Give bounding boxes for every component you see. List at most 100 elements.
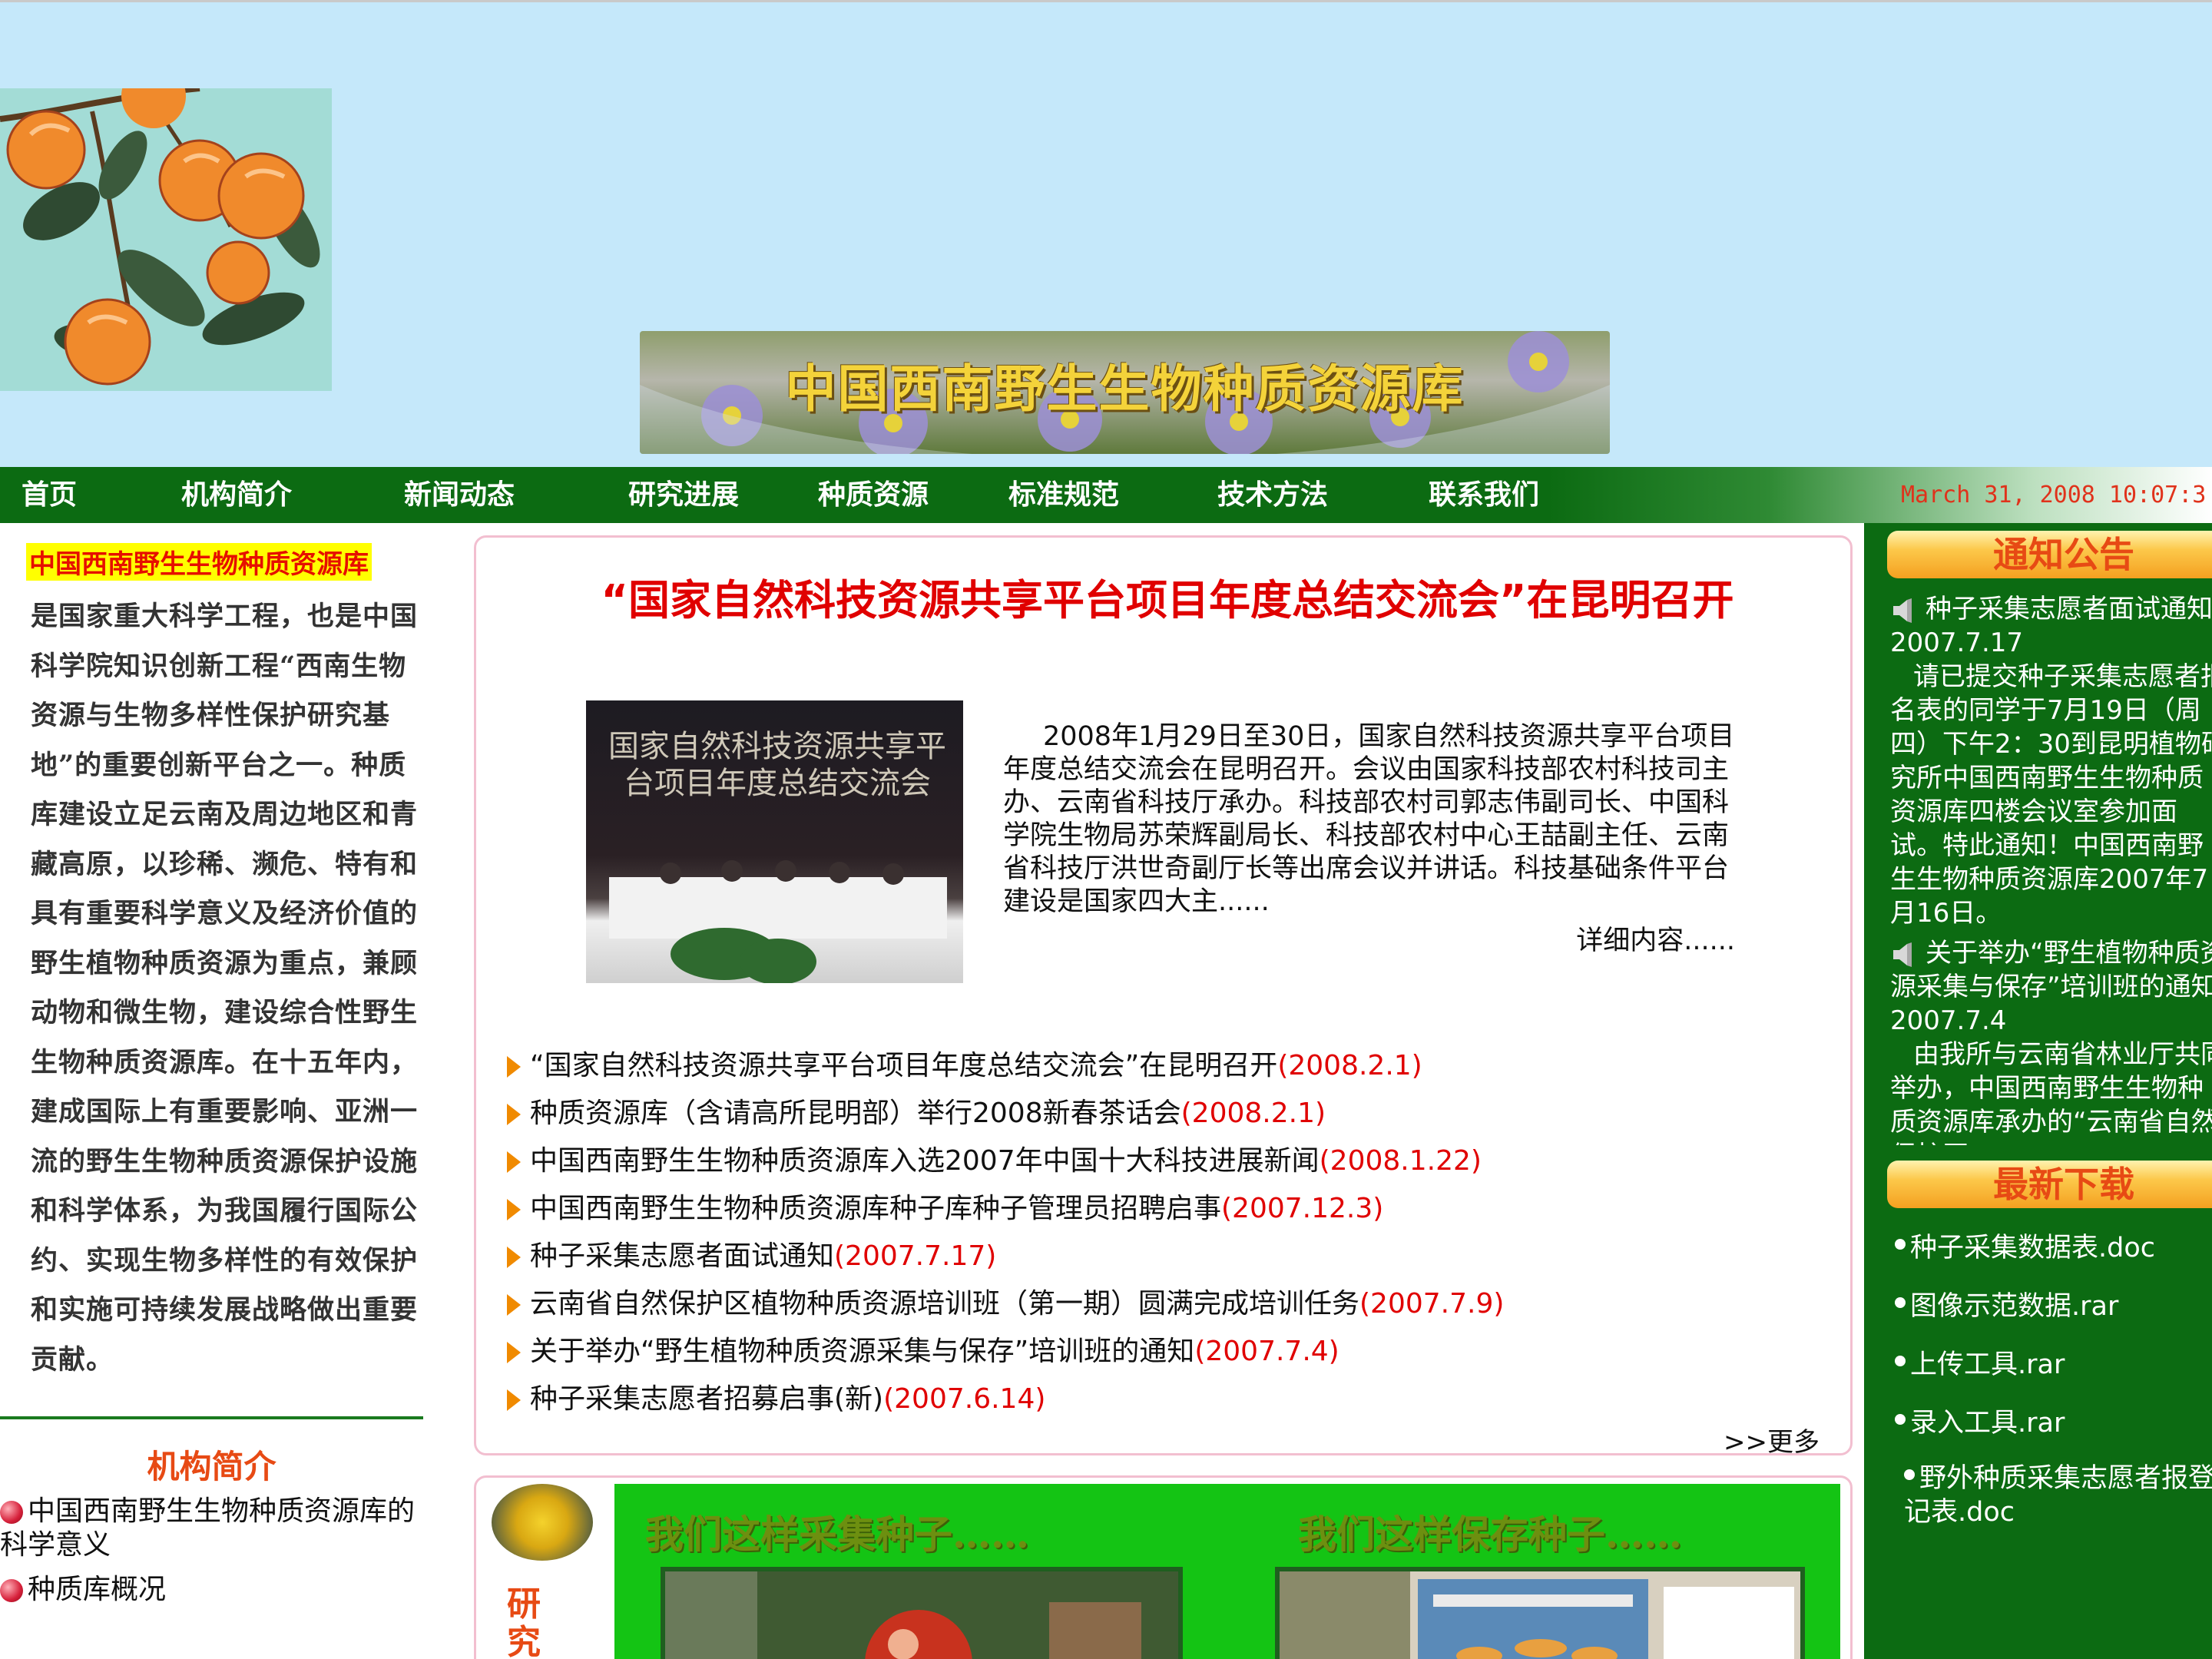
divider bbox=[0, 1416, 423, 1419]
news-item-date: (2007.7.4) bbox=[1194, 1336, 1339, 1367]
news-item-title: 种子采集志愿者招募启事(新) bbox=[530, 1383, 884, 1415]
bullet-dot-icon bbox=[1895, 1356, 1906, 1366]
bullet-dot-icon bbox=[1895, 1297, 1906, 1308]
bullet-ball-icon bbox=[0, 1501, 23, 1524]
nav-methods[interactable]: 技术方法 bbox=[1217, 467, 1328, 523]
bullet-ball-icon bbox=[0, 1579, 23, 1602]
intro-text: 是国家重大科学工程，也是中国科学院知识创新工程“西南生物资源与生物多样性保护研究… bbox=[31, 601, 419, 1376]
news-item-date: (2008.2.1) bbox=[1181, 1098, 1326, 1129]
download-label: 图像示范数据.rar bbox=[1910, 1291, 2119, 1322]
peach-branch-illustration bbox=[0, 88, 332, 391]
collect-seeds-link[interactable]: 我们这样采集种子…… bbox=[645, 1504, 1029, 1559]
main-nav: 首页 机构简介 新闻动态 研究进展 种质资源 标准规范 技术方法 联系我们 Ma… bbox=[0, 467, 2212, 523]
news-headline[interactable]: “国家自然科技资源共享平台项目年度总结交流会”在昆明召开 bbox=[568, 576, 1767, 625]
download-link[interactable]: 图像示范数据.rar bbox=[1895, 1290, 2212, 1323]
research-label: 研究 bbox=[507, 1584, 541, 1659]
collect-seeds-photo[interactable] bbox=[661, 1567, 1183, 1659]
arrow-right-icon bbox=[507, 1056, 521, 1078]
bullet-dot-icon bbox=[1904, 1469, 1915, 1480]
news-item-title: “国家自然科技资源共享平台项目年度总结交流会”在昆明召开 bbox=[530, 1050, 1278, 1081]
arrow-right-icon bbox=[507, 1342, 521, 1363]
news-list-item[interactable]: 关于举办“野生植物种质资源采集与保存”培训班的通知(2007.7.4) bbox=[507, 1329, 1339, 1369]
arrow-right-icon bbox=[507, 1199, 521, 1220]
nav-about[interactable]: 机构简介 bbox=[181, 467, 292, 523]
bullet-dot-icon bbox=[1895, 1414, 1906, 1425]
site-header: 中国西南野生生物种质资源库 bbox=[0, 0, 2212, 467]
notice-item[interactable]: 关于举办“野生植物种质资源采集与保存”培训班的通知 2007.7.4 由我所与云… bbox=[1890, 936, 2212, 1145]
notice-title[interactable]: 关于举办“野生植物种质资源采集与保存”培训班的通知 2007.7.4 bbox=[1890, 936, 2212, 1038]
news-list-item[interactable]: 种子采集志愿者面试通知(2007.7.17) bbox=[507, 1233, 996, 1273]
intro-title: 中国西南野生生物种质资源库 bbox=[26, 543, 372, 581]
download-link[interactable]: 上传工具.rar bbox=[1895, 1348, 2212, 1382]
news-item-date: (2007.7.9) bbox=[1359, 1288, 1505, 1320]
news-more-link[interactable]: >>更多 bbox=[1724, 1421, 1820, 1459]
news-item-date: (2007.7.17) bbox=[834, 1240, 997, 1272]
speaker-icon bbox=[1893, 942, 1912, 967]
news-item-date: (2008.1.22) bbox=[1319, 1145, 1482, 1177]
news-item-title: 关于举办“野生植物种质资源采集与保存”培训班的通知 bbox=[530, 1336, 1195, 1367]
news-list-item[interactable]: 中国西南野生生物种质资源库种子库种子管理员招聘启事(2007.12.3) bbox=[507, 1186, 1383, 1226]
news-list-item[interactable]: 云南省自然保护区植物种质资源培训班（第一期）圆满完成培训任务(2007.7.9) bbox=[507, 1281, 1504, 1321]
research-feature-area: 我们这样采集种子…… 我们这样保存种子…… bbox=[614, 1484, 1840, 1659]
arrow-right-icon bbox=[507, 1247, 521, 1268]
download-link[interactable]: 种子采集数据表.doc bbox=[1895, 1231, 2212, 1265]
notice-title-text: 关于举办“野生植物种质资源采集与保存”培训班的通知 2007.7.4 bbox=[1890, 938, 2212, 1036]
nav-home[interactable]: 首页 bbox=[22, 467, 77, 523]
store-seeds-photo[interactable] bbox=[1275, 1567, 1805, 1659]
flower-image bbox=[492, 1484, 593, 1561]
org-link-label: 种质库概况 bbox=[28, 1574, 167, 1605]
research-panel: 研究 我们这样采集种子…… 我们这样保存种子…… bbox=[474, 1475, 1853, 1659]
nav-standards[interactable]: 标准规范 bbox=[1008, 467, 1119, 523]
notice-title[interactable]: 种子采集志愿者面试通知 2007.7.17 bbox=[1890, 592, 2212, 660]
notice-body: 请已提交种子采集志愿者报名表的同学于7月19日（周四）下午2：30到昆明植物研究… bbox=[1890, 661, 2212, 929]
right-sidebar: 通知公告 种子采集志愿者面试通知 2007.7.17 请已提交种子采集志愿者报名… bbox=[1864, 523, 2212, 1659]
arrow-right-icon bbox=[507, 1151, 521, 1173]
download-link[interactable]: 录入工具.rar bbox=[1895, 1406, 2212, 1440]
download-label: 种子采集数据表.doc bbox=[1910, 1233, 2155, 1263]
download-label: 录入工具.rar bbox=[1910, 1408, 2065, 1439]
arrow-right-icon bbox=[507, 1104, 521, 1125]
download-label: 野外种质采集志愿者报登记表.doc bbox=[1904, 1463, 2212, 1528]
news-item-title: 种子采集志愿者面试通知 bbox=[530, 1240, 835, 1272]
arrow-right-icon bbox=[507, 1389, 521, 1411]
notices-list: 种子采集志愿者面试通知 2007.7.17 请已提交种子采集志愿者报名表的同学于… bbox=[1890, 592, 2212, 1145]
notices-heading: 通知公告 bbox=[1887, 531, 2212, 578]
download-link[interactable]: 野外种质采集志愿者报登记表.doc bbox=[1904, 1462, 2212, 1529]
org-link-label: 中国西南野生生物种质资源库的科学意义 bbox=[0, 1495, 416, 1561]
news-item-title: 种质资源库（含请高所昆明部）举行2008新春茶话会 bbox=[530, 1098, 1181, 1129]
site-title: 中国西南野生生物种质资源库 bbox=[785, 359, 1465, 419]
news-item-title: 中国西南野生生物种质资源库入选2007年中国十大科技进展新闻 bbox=[530, 1145, 1320, 1177]
news-item-title: 中国西南野生生物种质资源库种子库种子管理员招聘启事 bbox=[530, 1193, 1222, 1224]
news-list-item[interactable]: “国家自然科技资源共享平台项目年度总结交流会”在昆明召开(2008.2.1) bbox=[507, 1043, 1422, 1083]
nav-news[interactable]: 新闻动态 bbox=[404, 467, 515, 523]
datetime-display: March 31, 2008 10:07:3 bbox=[1901, 482, 2207, 508]
news-item-title: 云南省自然保护区植物种质资源培训班（第一期）圆满完成培训任务 bbox=[530, 1288, 1360, 1320]
news-list-item[interactable]: 中国西南野生生物种质资源库入选2007年中国十大科技进展新闻(2008.1.22… bbox=[507, 1138, 1482, 1178]
news-item-date: (2007.12.3) bbox=[1221, 1193, 1384, 1224]
nav-contact[interactable]: 联系我们 bbox=[1429, 467, 1539, 523]
speaker-icon bbox=[1893, 598, 1912, 623]
site-banner: 中国西南野生生物种质资源库 bbox=[640, 331, 1610, 454]
news-photo[interactable]: 国家自然科技资源共享平台项目年度总结交流会 bbox=[586, 700, 963, 983]
org-heading: 机构简介 bbox=[147, 1448, 276, 1485]
news-item-date: (2007.6.14) bbox=[883, 1383, 1046, 1415]
news-detail-link[interactable]: 详细内容...... bbox=[1576, 919, 1735, 958]
downloads-heading: 最新下载 bbox=[1887, 1161, 2212, 1208]
news-item-date: (2008.2.1) bbox=[1277, 1050, 1422, 1081]
news-panel: “国家自然科技资源共享平台项目年度总结交流会”在昆明召开 国家自然科技资源共享平… bbox=[474, 535, 1853, 1458]
notice-body: 由我所与云南省林业厅共同举办，中国西南野生生物种质资源库承办的“云南省自然保护区 bbox=[1890, 1039, 2212, 1145]
org-link-overview[interactable]: 种质库概况 bbox=[0, 1573, 166, 1607]
nav-research[interactable]: 研究进展 bbox=[628, 467, 739, 523]
news-list-item[interactable]: 种质资源库（含请高所昆明部）举行2008新春茶话会(2008.2.1) bbox=[507, 1091, 1326, 1131]
bullet-dot-icon bbox=[1895, 1239, 1906, 1250]
news-summary: 2008年1月29日至30日，国家自然科技资源共享平台项目年度总结交流会在昆明召… bbox=[1003, 721, 1735, 917]
news-list-item[interactable]: 种子采集志愿者招募启事(新)(2007.6.14) bbox=[507, 1376, 1045, 1416]
store-seeds-link[interactable]: 我们这样保存种子…… bbox=[1298, 1504, 1682, 1559]
notice-title-text: 种子采集志愿者面试通知 2007.7.17 bbox=[1890, 594, 2212, 658]
notice-item[interactable]: 种子采集志愿者面试通知 2007.7.17 请已提交种子采集志愿者报名表的同学于… bbox=[1890, 592, 2212, 930]
download-label: 上传工具.rar bbox=[1910, 1349, 2065, 1380]
nav-germplasm[interactable]: 种质资源 bbox=[818, 467, 929, 523]
left-sidebar: 中国西南野生生物种质资源库 是国家重大科学工程，也是中国科学院知识创新工程“西南… bbox=[0, 523, 430, 1659]
arrow-right-icon bbox=[507, 1294, 521, 1316]
org-link-significance[interactable]: 中国西南野生生物种质资源库的科学意义 bbox=[0, 1495, 430, 1562]
